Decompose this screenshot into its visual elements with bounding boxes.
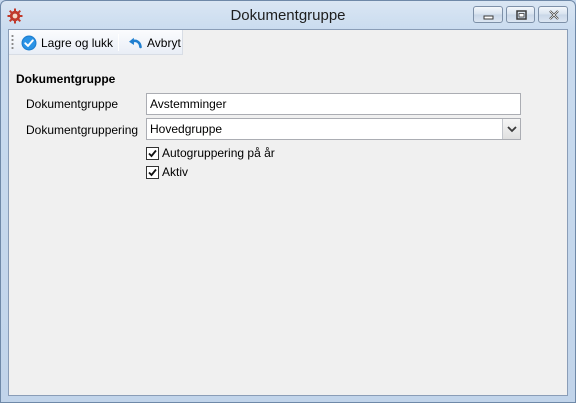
dialog-client-area: Lagre og lukk Avbryt Dokumentgruppe Doku…	[8, 29, 568, 396]
document-grouping-value: Hovedgruppe	[150, 122, 223, 136]
minimize-button[interactable]	[473, 6, 503, 23]
close-button[interactable]	[538, 6, 568, 23]
close-icon	[549, 10, 559, 20]
document-group-label: Dokumentgruppe	[26, 97, 119, 111]
autogroup-checkbox-row[interactable]: Autogruppering på år	[146, 146, 275, 160]
chevron-down-icon	[507, 126, 517, 133]
document-group-input[interactable]	[146, 93, 521, 115]
toolbar-grip[interactable]	[11, 34, 14, 51]
undo-arrow-icon	[129, 37, 142, 48]
checkmark-icon	[148, 168, 157, 176]
active-checkbox-row[interactable]: Aktiv	[146, 165, 188, 179]
save-and-close-button[interactable]: Lagre og lukk	[18, 32, 116, 53]
document-grouping-label: Dokumentgruppering	[26, 123, 139, 137]
title-bar[interactable]: Dokumentgruppe	[1, 1, 575, 31]
cancel-button[interactable]: Avbryt	[124, 32, 184, 53]
toolbar-separator	[118, 34, 119, 51]
cancel-label: Avbryt	[147, 35, 181, 50]
checkmark-icon	[148, 149, 157, 157]
save-and-close-label: Lagre og lukk	[41, 35, 114, 50]
autogroup-checkbox[interactable]	[146, 146, 159, 160]
maximize-button[interactable]	[506, 6, 535, 23]
active-checkbox[interactable]	[146, 165, 159, 179]
active-label: Aktiv	[162, 165, 189, 179]
dropdown-button[interactable]	[502, 119, 520, 139]
dialog-window: Dokumentgruppe Lagre og lukk Avbryt Doku…	[0, 0, 576, 403]
autogroup-label: Autogruppering på år	[162, 146, 275, 160]
checkmark-circle-icon	[21, 35, 37, 50]
minimize-icon	[483, 15, 494, 20]
toolbar: Lagre og lukk Avbryt	[9, 30, 183, 55]
restore-icon	[516, 10, 527, 20]
document-grouping-select[interactable]: Hovedgruppe	[146, 118, 521, 140]
section-title: Dokumentgruppe	[16, 72, 116, 86]
